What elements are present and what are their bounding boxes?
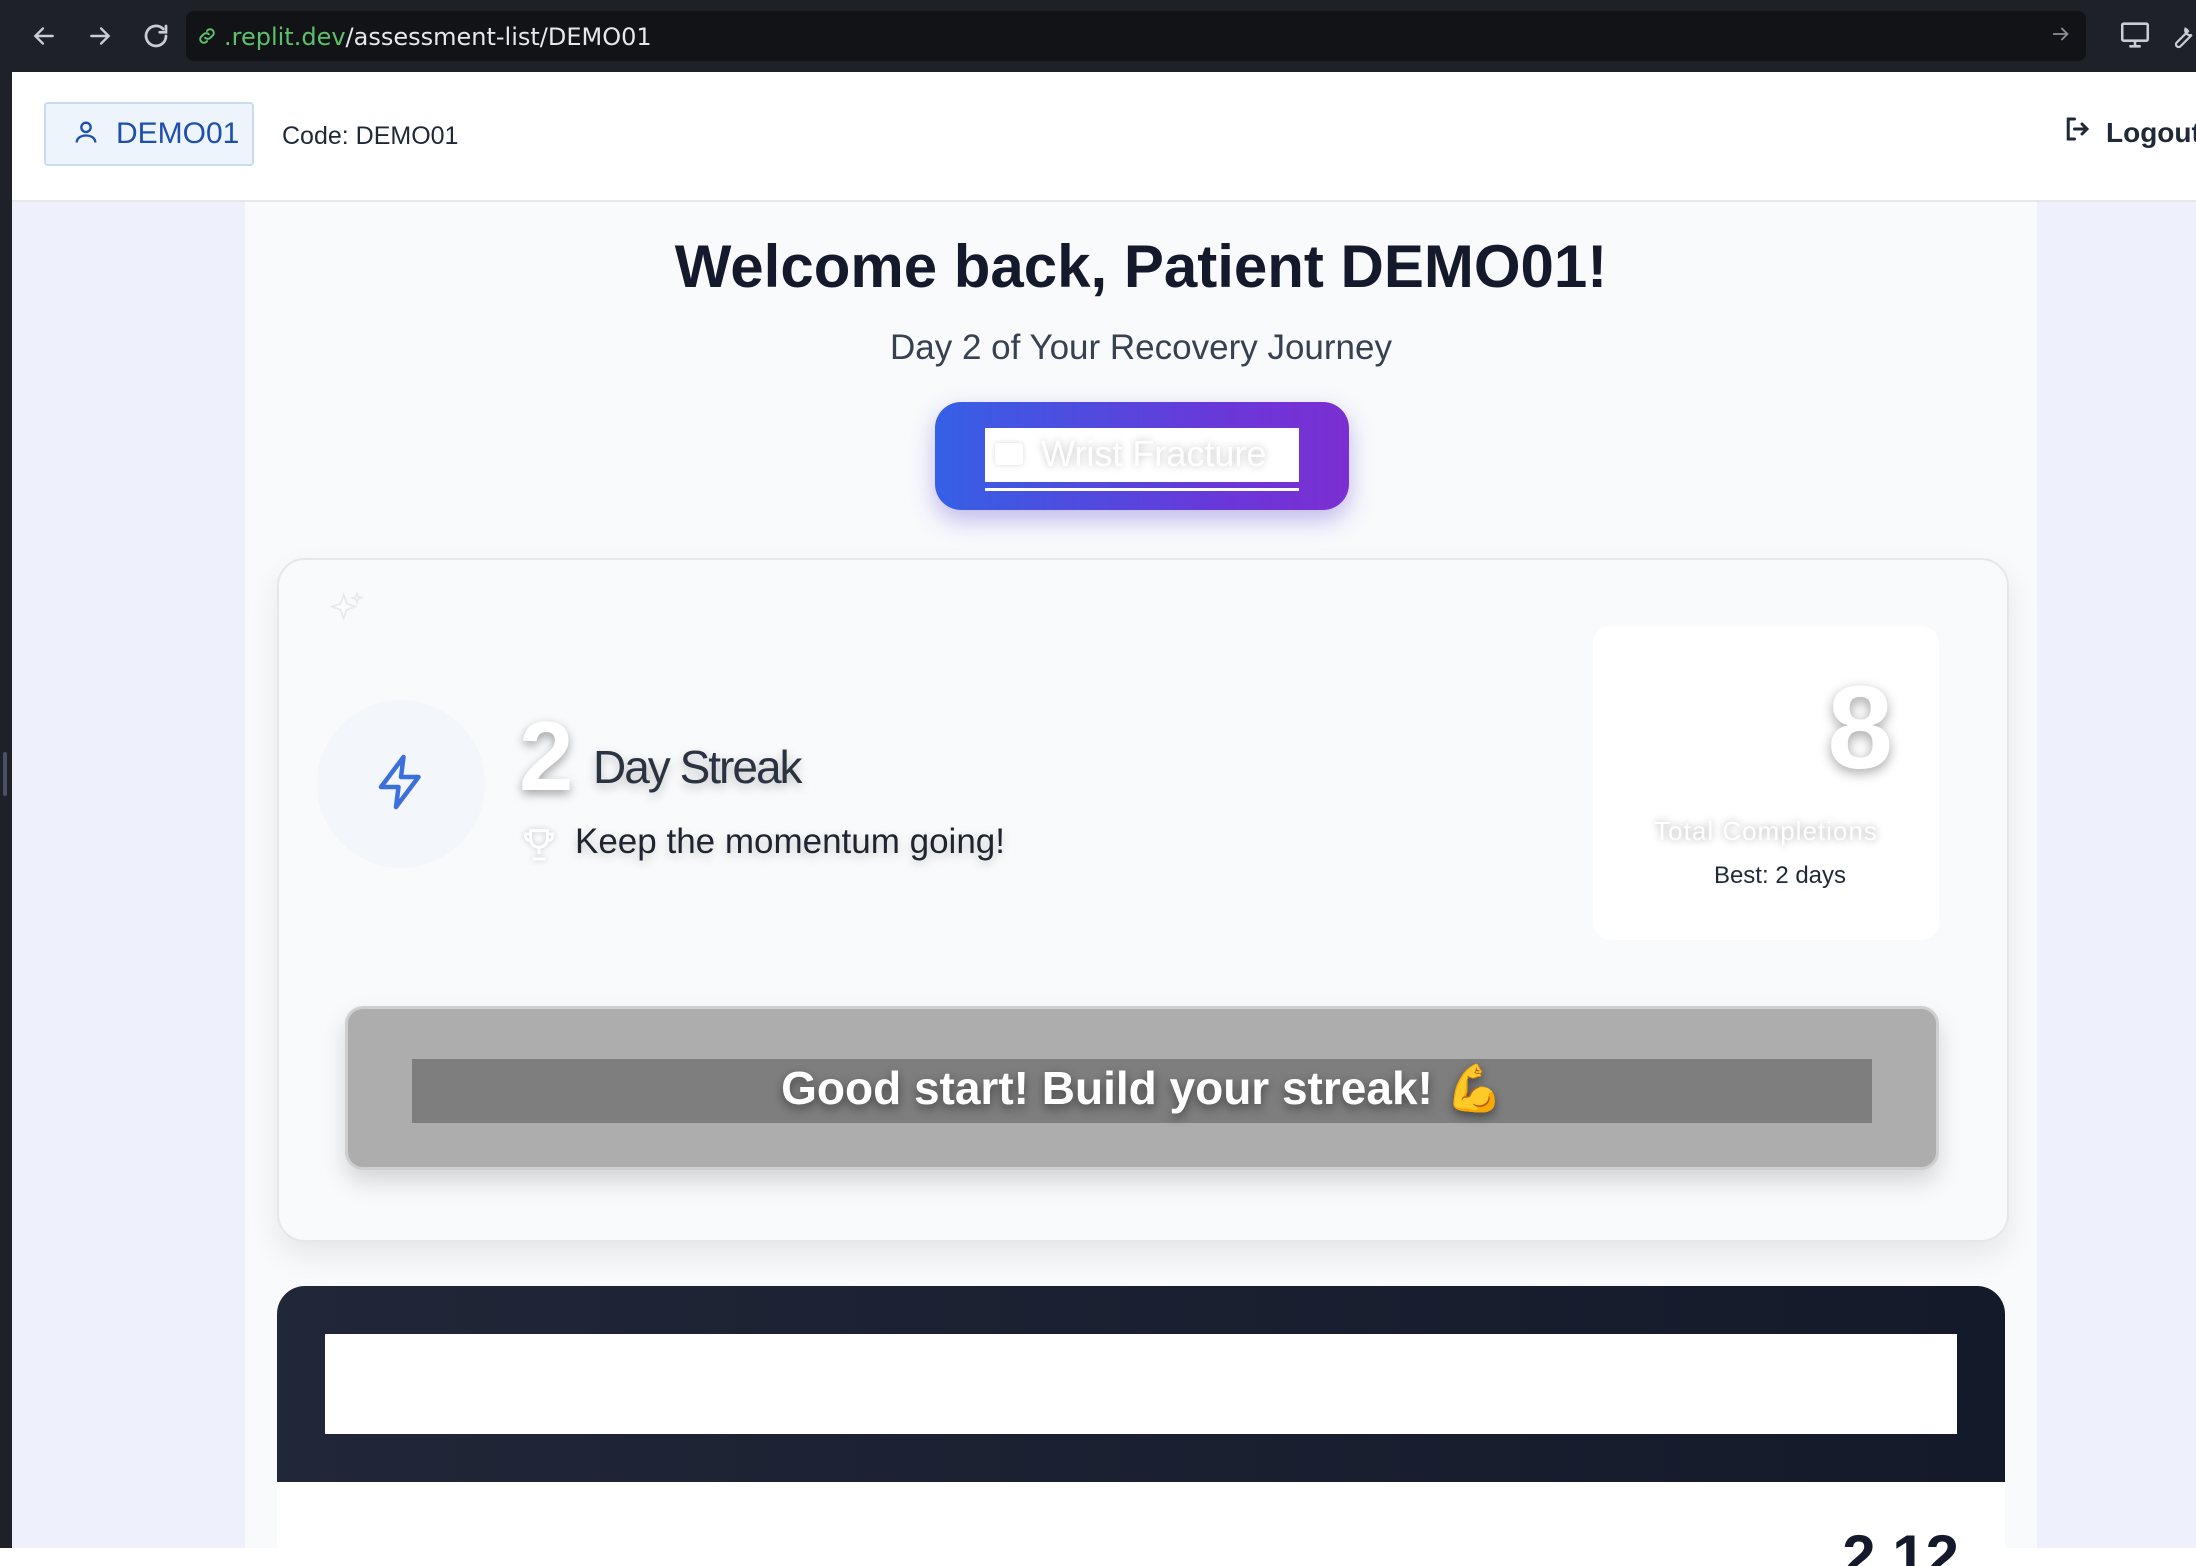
progress-card-body: 2 12 <box>277 1482 2005 1566</box>
trophy-icon <box>519 822 559 871</box>
link-icon <box>196 25 218 52</box>
browser-toolbar: .replit.dev/assessment-list/DEMO01 <box>0 0 2196 72</box>
streak-card: 2 Day Streak Keep the momentum going! 8 … <box>277 558 2009 1242</box>
go-arrow-icon[interactable] <box>2050 23 2072 50</box>
url-text: .replit.dev/assessment-list/DEMO01 <box>224 23 652 51</box>
condition-badge: Wrist Fracture <box>935 402 1349 510</box>
user-badge[interactable]: DEMO01 <box>44 102 254 166</box>
total-completions-count: 8 <box>1827 662 1893 794</box>
monitor-icon[interactable] <box>2118 18 2152 57</box>
wrench-icon[interactable] <box>2168 18 2196 57</box>
streak-label: Day Streak <box>593 741 803 793</box>
progress-card: 2 12 <box>277 1286 2005 1566</box>
reload-icon[interactable] <box>134 14 178 58</box>
forward-icon[interactable] <box>78 14 122 58</box>
streak-count: 2 <box>519 701 574 811</box>
resize-handle[interactable] <box>3 752 7 796</box>
logout-label: Logout <box>2106 116 2196 148</box>
condition-label-box: Wrist Fracture <box>985 428 1299 491</box>
progress-value: 2 12 <box>1842 1523 1959 1566</box>
best-streak: Best: 2 days <box>1713 862 1847 889</box>
user-code: DEMO01 <box>116 117 240 150</box>
total-completions-box: 8 Total Completions Best: 2 days <box>1593 626 1939 940</box>
user-icon <box>72 116 100 153</box>
condition-name: Wrist Fracture <box>1041 432 1267 474</box>
back-icon[interactable] <box>22 14 66 58</box>
page-title: Welcome back, Patient DEMO01! <box>674 233 1608 300</box>
recovery-day-subtitle: Day 2 of Your Recovery Journey <box>890 328 1392 367</box>
streak-icon-circle <box>317 700 485 868</box>
app-header: DEMO01 Code: DEMO01 Logout <box>12 72 2196 202</box>
side-panel-edge <box>0 72 12 1548</box>
progress-card-header <box>277 1286 2005 1482</box>
motivation-banner: Good start! Build your streak! 💪 <box>345 1006 1939 1170</box>
total-completions-label: Total Completions <box>1654 816 1878 846</box>
main-content: Welcome back, Patient DEMO01! Day 2 of Y… <box>245 202 2037 1566</box>
address-bar[interactable]: .replit.dev/assessment-list/DEMO01 <box>186 11 2086 61</box>
streak-message: Keep the momentum going! <box>575 822 1005 861</box>
logout-icon <box>2062 114 2092 151</box>
logout-button[interactable]: Logout <box>2062 114 2196 151</box>
lightning-icon <box>371 752 431 817</box>
bone-icon <box>995 442 1023 465</box>
patient-code-label: Code: DEMO01 <box>282 122 459 150</box>
motivation-text: Good start! Build your streak! 💪 <box>781 1062 1503 1114</box>
sparkles-icon <box>327 590 367 635</box>
progress-card-title-bar <box>325 1334 1957 1434</box>
